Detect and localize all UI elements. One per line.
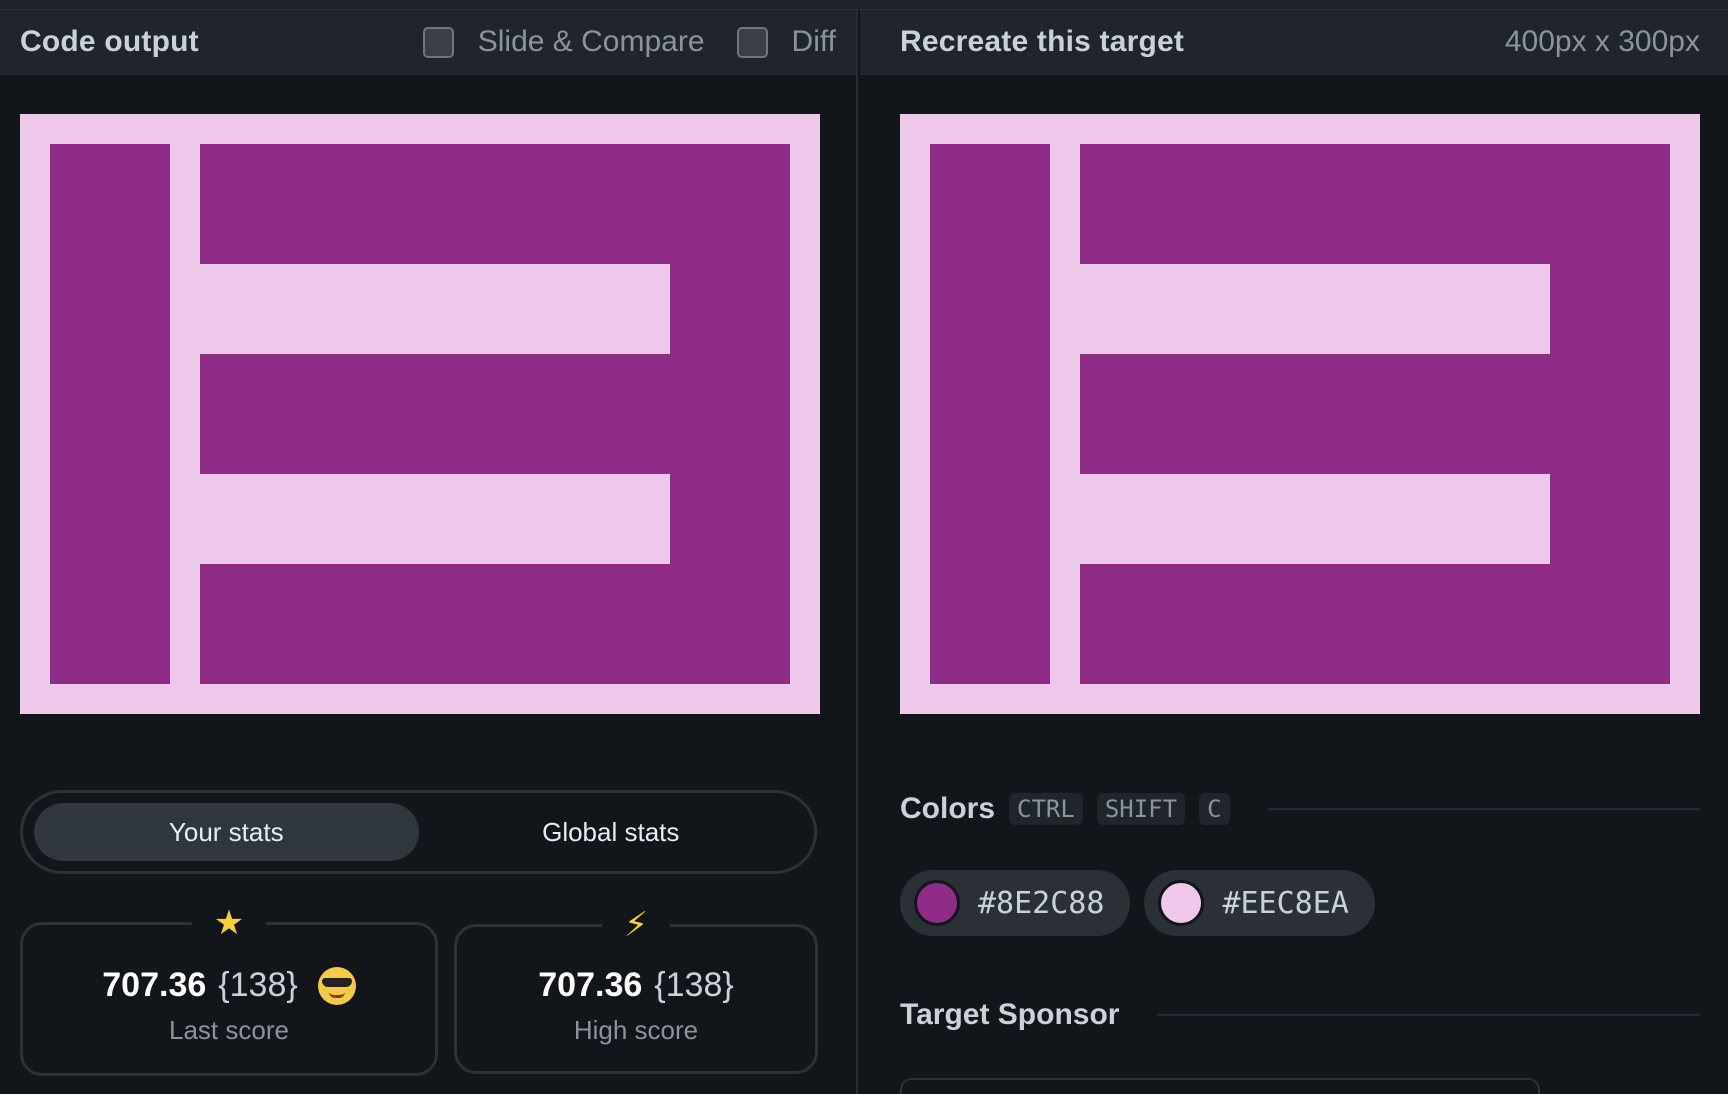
shortcut-key-c: C	[1199, 793, 1230, 825]
color-swatch-pink[interactable]: #EEC8EA	[1144, 870, 1375, 936]
divider	[1157, 1014, 1700, 1016]
slide-compare-label[interactable]: Slide & Compare	[478, 25, 705, 59]
art-main-block	[200, 144, 790, 684]
art-left-bar	[50, 144, 170, 684]
colors-header: Colors CTRL SHIFT C	[900, 792, 1700, 826]
code-output-panel: Code output Slide & Compare Diff Your st…	[0, 10, 858, 1094]
high-score-card: ⚡ 707.36 {138} High score	[454, 903, 818, 1074]
last-score-label: Last score	[169, 1015, 289, 1045]
diff-checkbox[interactable]	[736, 26, 768, 58]
divider	[1267, 808, 1700, 810]
high-score-label: High score	[573, 1015, 699, 1045]
color-hex: #EEC8EA	[1222, 885, 1349, 921]
sponsor-card[interactable]	[900, 1078, 1540, 1094]
color-hex: #8E2C88	[978, 885, 1105, 921]
slide-compare-checkbox[interactable]	[422, 26, 454, 58]
target-canvas	[900, 114, 1700, 714]
art-upper-slot	[1080, 264, 1550, 354]
diff-label[interactable]: Diff	[792, 25, 836, 59]
shortcut-key-shift: SHIFT	[1096, 793, 1186, 825]
tab-global-stats[interactable]: Global stats	[419, 803, 804, 861]
art-lower-slot	[200, 474, 670, 564]
high-score-value: 707.36	[538, 966, 643, 1004]
shortcut-key-ctrl: CTRL	[1009, 793, 1083, 825]
art-left-bar	[930, 144, 1050, 684]
art-lower-slot	[1080, 474, 1550, 564]
color-swatches: #8E2C88 #EEC8EA	[900, 870, 1375, 936]
code-output-header: Code output Slide & Compare Diff	[0, 10, 856, 75]
art-upper-slot	[200, 264, 670, 354]
art-main-block	[1080, 144, 1670, 684]
code-output-canvas[interactable]	[20, 114, 820, 714]
tab-your-stats[interactable]: Your stats	[34, 803, 419, 861]
target-header: Recreate this target 400px x 300px	[860, 10, 1728, 75]
color-dot	[1158, 880, 1205, 926]
last-score-card: ★ 707.36 {138} Last score	[20, 901, 438, 1076]
color-swatch-purple[interactable]: #8E2C88	[900, 870, 1131, 936]
target-size-label: 400px x 300px	[1504, 25, 1700, 58]
sunglasses-emoji-icon	[317, 966, 356, 1005]
high-score-count: {138}	[654, 966, 734, 1004]
stats-tabs: Your stats Global stats	[20, 790, 817, 874]
sponsor-title: Target Sponsor	[900, 998, 1120, 1031]
target-panel: Recreate this target 400px x 300px Color…	[860, 10, 1728, 1094]
target-title: Recreate this target	[900, 25, 1185, 58]
last-score-value: 707.36	[102, 966, 207, 1004]
star-icon: ★	[191, 901, 267, 945]
top-bar	[0, 0, 1728, 10]
lightning-icon: ⚡	[602, 903, 670, 947]
sponsor-header: Target Sponsor	[900, 998, 1700, 1032]
colors-title: Colors	[900, 792, 996, 825]
code-output-title: Code output	[20, 25, 199, 58]
last-score-count: {138}	[218, 966, 298, 1004]
color-dot	[914, 880, 960, 926]
